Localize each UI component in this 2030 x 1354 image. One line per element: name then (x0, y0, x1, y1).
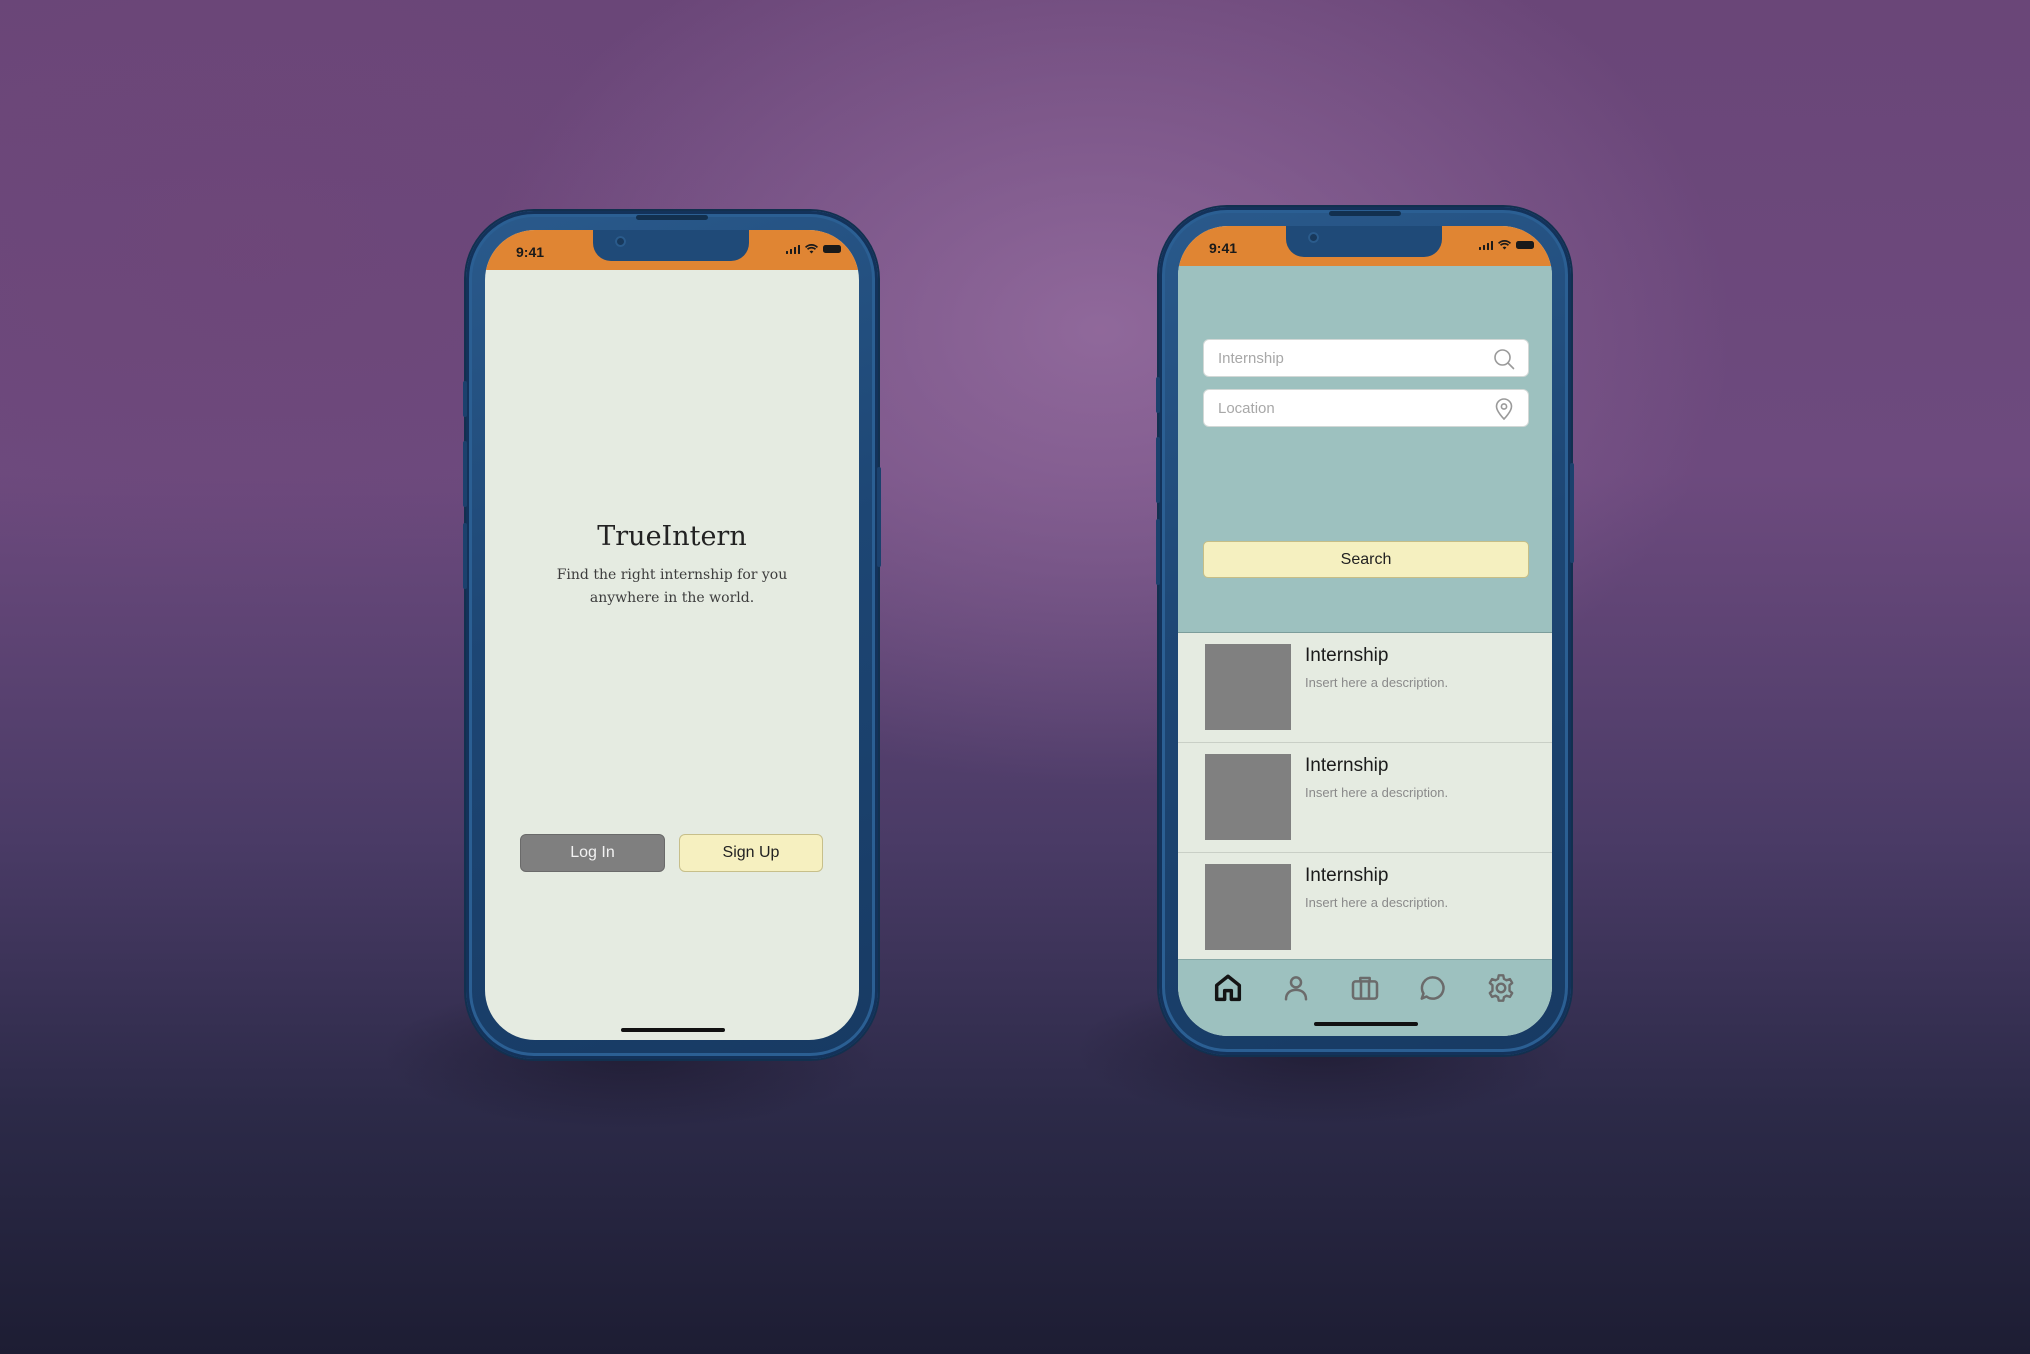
volume-down-button (1156, 519, 1160, 585)
wifi-icon (1498, 240, 1511, 250)
location-field (1203, 389, 1529, 427)
results-list: Internship Insert here a description. In… (1178, 633, 1552, 963)
status-bar: 9:41 (485, 230, 859, 270)
volume-up-button (463, 441, 467, 507)
battery-icon (1516, 241, 1534, 249)
item-title: Internship (1305, 645, 1389, 666)
list-item[interactable]: Internship Insert here a description. (1178, 633, 1552, 743)
item-description: Insert here a description. (1305, 675, 1449, 690)
internship-thumbnail (1205, 864, 1291, 950)
home-indicator[interactable] (1314, 1022, 1418, 1026)
tagline-line-2: anywhere in the world. (589, 590, 755, 606)
chat-icon (1420, 976, 1445, 1000)
tab-bar (1178, 959, 1552, 1036)
tab-settings[interactable] (1483, 970, 1519, 1006)
tab-jobs[interactable] (1347, 970, 1383, 1006)
internship-thumbnail (1205, 754, 1291, 840)
app-title: TrueIntern (597, 521, 747, 552)
status-time: 9:41 (516, 244, 545, 260)
location-pin-icon[interactable] (1492, 397, 1516, 421)
power-button (877, 467, 881, 567)
status-time: 9:41 (1209, 240, 1238, 256)
settings-icon (1488, 974, 1514, 1002)
login-button[interactable]: Log In (520, 834, 665, 872)
internship-field (1203, 339, 1529, 377)
tagline-line-1: Find the right internship for you (556, 567, 788, 583)
volume-down-button (463, 523, 467, 589)
welcome-screen: 9:41 TrueIntern Find the right internshi… (485, 230, 859, 1040)
tab-messages[interactable] (1415, 970, 1451, 1006)
status-icons (785, 244, 841, 254)
status-icons (1478, 240, 1534, 250)
phone-welcome: 9:41 TrueIntern Find the right internshi… (463, 211, 881, 1059)
list-item[interactable]: Internship Insert here a description. (1178, 743, 1552, 853)
briefcase-icon (1351, 976, 1379, 1000)
speaker (636, 215, 708, 220)
status-bar: 9:41 (1178, 226, 1552, 266)
item-title: Internship (1305, 865, 1389, 886)
internship-thumbnail (1205, 644, 1291, 730)
side-button (1156, 377, 1160, 413)
profile-icon (1284, 976, 1308, 1001)
speaker (1329, 211, 1401, 216)
wifi-icon (805, 244, 818, 254)
search-panel: Search (1178, 266, 1552, 633)
volume-up-button (1156, 437, 1160, 503)
notch (593, 230, 749, 261)
home-icon (1214, 974, 1242, 1002)
internship-input[interactable] (1204, 340, 1528, 376)
notch (1286, 226, 1442, 257)
side-button (463, 381, 467, 417)
phone-search: 9:41 Internship Location Search Internsh… (1156, 207, 1574, 1055)
signup-button[interactable]: Sign Up (679, 834, 823, 872)
list-item[interactable]: Internship Insert here a description. (1178, 853, 1552, 963)
signal-icon (1478, 240, 1493, 250)
search-button[interactable]: Search (1203, 541, 1529, 578)
front-camera (1308, 232, 1319, 243)
item-description: Insert here a description. (1305, 895, 1449, 910)
search-screen: 9:41 Internship Location Search Internsh… (1178, 226, 1552, 1036)
front-camera (615, 236, 626, 247)
tab-home[interactable] (1210, 970, 1246, 1006)
location-input[interactable] (1204, 390, 1528, 426)
power-button (1570, 463, 1574, 563)
item-title: Internship (1305, 755, 1389, 776)
search-icon[interactable] (1492, 347, 1516, 371)
tab-profile[interactable] (1278, 970, 1314, 1006)
home-indicator[interactable] (621, 1028, 725, 1032)
signal-icon (785, 244, 800, 254)
item-description: Insert here a description. (1305, 785, 1449, 800)
battery-icon (823, 245, 841, 253)
tagline: Find the right internship for you anywhe… (525, 564, 819, 610)
